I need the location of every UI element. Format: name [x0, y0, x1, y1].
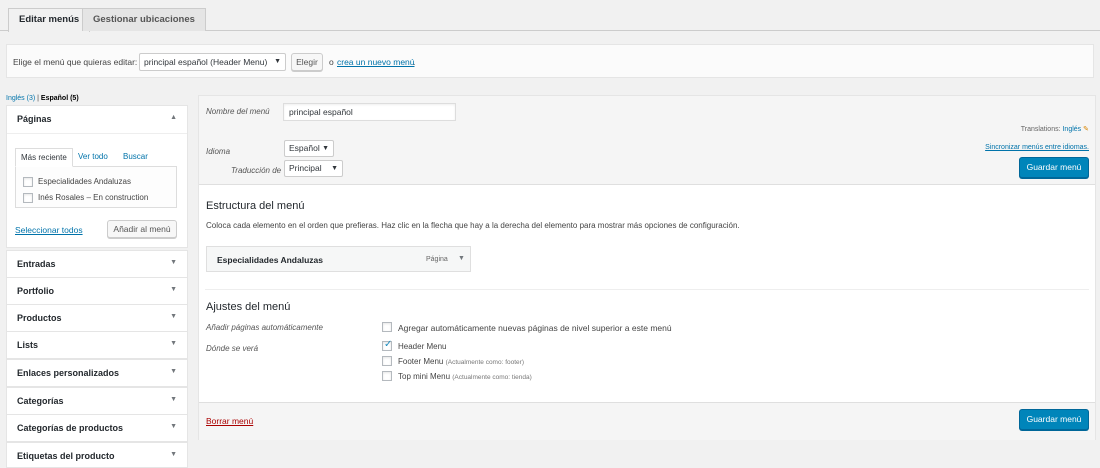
page-item-label: Especialidades Andaluzas	[38, 177, 131, 186]
translation-of-label: Traducción de	[231, 166, 282, 175]
settings-title: Ajustes del menú	[206, 301, 291, 313]
translation-of-select[interactable]: Principal ▼	[284, 160, 343, 177]
language-label: Idioma	[206, 147, 231, 156]
period-text: .	[413, 57, 416, 67]
structure-help: Coloca cada elemento en el orden que pre…	[206, 221, 740, 230]
tab-most-recent[interactable]: Más reciente	[15, 148, 73, 167]
accordion-title: Portfolio	[17, 286, 54, 296]
language-filter: Inglés (3) | Español (5)	[6, 95, 79, 102]
page-checkbox[interactable]	[23, 177, 33, 187]
menu-item-title: Especialidades Andaluzas	[217, 255, 323, 265]
chevron-down-icon: ▼	[322, 145, 329, 152]
menu-header: Nombre del menú principal español Transl…	[199, 96, 1095, 185]
chevron-down-icon[interactable]: ▼	[170, 340, 177, 347]
tab-manage-locations[interactable]: Gestionar ubicaciones	[82, 8, 206, 31]
menu-item[interactable]: Especialidades Andaluzas Página ▼	[206, 246, 471, 272]
location-label-header-menu: Header Menu	[398, 342, 447, 351]
chevron-down-icon[interactable]: ▼	[170, 423, 177, 430]
chevron-up-icon[interactable]: ▲	[170, 114, 177, 121]
structure-title: Estructura del menú	[206, 200, 305, 212]
lang-separator: |	[37, 95, 39, 102]
save-menu-button-top[interactable]: Guardar menú	[1019, 157, 1089, 178]
chevron-down-icon[interactable]: ▼	[170, 451, 177, 458]
tab-view-all[interactable]: Ver todo	[73, 148, 113, 167]
chevron-down-icon[interactable]: ▼	[170, 396, 177, 403]
location-label-footer-menu: Footer Menu (Actualmente como: footer)	[398, 357, 524, 366]
language-select[interactable]: Español ▼	[284, 140, 334, 157]
page-checkbox[interactable]	[23, 193, 33, 203]
accordion-custom-links[interactable]: Enlaces personalizados ▼	[6, 359, 188, 387]
translations-label: Translations:	[1020, 126, 1061, 133]
chevron-down-icon[interactable]: ▼	[170, 313, 177, 320]
chevron-down-icon: ▼	[274, 58, 281, 65]
select-menu-button[interactable]: Elegir	[291, 53, 323, 71]
location-checkbox-header-menu[interactable]	[382, 339, 392, 351]
language-select-value: Español	[289, 143, 320, 153]
menu-footer: Borrar menú Guardar menú	[199, 402, 1095, 440]
lang-link-ingles[interactable]: Inglés (3)	[6, 95, 35, 102]
select-all-link[interactable]: Seleccionar todos	[15, 225, 83, 235]
accordion-pages-header[interactable]: Páginas ▲	[7, 106, 187, 134]
location-label-top-mini-menu: Top mini Menu (Actualmente como: tienda)	[398, 372, 532, 381]
accordion-product-categories[interactable]: Categorías de productos ▼	[6, 414, 188, 442]
chevron-down-icon[interactable]: ▼	[170, 368, 177, 375]
pages-tabs: Más reciente Ver todo Buscar Especialida…	[15, 148, 177, 208]
pencil-icon[interactable]: ✎	[1083, 126, 1089, 133]
accordion-title: Categorías	[17, 396, 64, 406]
accordion-product-tags[interactable]: Etiquetas del producto ▼	[6, 442, 188, 468]
accordion-portfolio[interactable]: Portfolio ▼	[6, 277, 188, 305]
lang-link-espanol[interactable]: Español (5)	[41, 95, 79, 102]
save-menu-button-bottom[interactable]: Guardar menú	[1019, 409, 1089, 430]
accordion-title: Productos	[17, 313, 62, 323]
pages-checklist: Especialidades Andaluzas Inés Rosales – …	[15, 166, 177, 208]
accordion-categorias[interactable]: Categorías ▼	[6, 387, 188, 415]
chevron-down-icon: ▼	[331, 165, 338, 172]
settings-divider	[205, 289, 1089, 290]
translation-link-ingles[interactable]: Inglés	[1062, 126, 1081, 133]
or-text: o	[329, 57, 334, 67]
accordion-entradas[interactable]: Entradas ▼	[6, 250, 188, 278]
accordion-productos[interactable]: Productos ▼	[6, 304, 188, 332]
accordion-title: Categorías de productos	[17, 423, 124, 433]
translation-of-value: Principal	[289, 163, 322, 173]
auto-add-text: Agregar automáticamente nuevas páginas d…	[398, 323, 672, 333]
location-checkbox-top-mini-menu[interactable]	[382, 371, 392, 381]
manage-menus-bar: Elige el menú que quieras editar: princi…	[6, 44, 1094, 78]
menu-editor: Nombre del menú principal español Transl…	[198, 95, 1096, 440]
menu-item-type: Página	[426, 256, 448, 263]
translations-info: Translations: Inglés ✎	[1021, 125, 1089, 133]
sync-menus-link[interactable]: Sincronizar menús entre idiomas.	[985, 144, 1089, 151]
menu-name-label: Nombre del menú	[206, 107, 270, 116]
location-checkbox-footer-menu[interactable]	[382, 356, 392, 366]
accordion-lists[interactable]: Lists ▼	[6, 331, 188, 359]
chevron-down-icon[interactable]: ▼	[170, 286, 177, 293]
select-menu-label: Elige el menú que quieras editar:	[13, 57, 138, 67]
menu-name-value: principal español	[289, 107, 353, 117]
page-item-label: Inés Rosales – En construction	[38, 193, 149, 202]
location-label: Dónde se verá	[206, 344, 259, 353]
accordion-title: Etiquetas del producto	[17, 451, 115, 461]
menu-name-input[interactable]: principal español	[283, 103, 456, 121]
chevron-down-icon[interactable]: ▼	[458, 255, 465, 262]
accordion-title: Enlaces personalizados	[17, 368, 120, 378]
accordion-title: Entradas	[17, 259, 56, 269]
delete-menu-link[interactable]: Borrar menú	[206, 416, 253, 426]
accordion-pages-title: Páginas	[17, 114, 52, 124]
auto-add-label: Añadir páginas automáticamente	[206, 323, 323, 332]
chevron-down-icon[interactable]: ▼	[170, 259, 177, 266]
tab-edit-menus[interactable]: Editar menús	[8, 8, 91, 32]
tab-search[interactable]: Buscar	[118, 148, 153, 167]
menu-select-value: principal español (Header Menu)	[144, 57, 268, 67]
accordion-title: Lists	[17, 340, 39, 350]
create-menu-link[interactable]: crea un nuevo menú	[337, 57, 415, 67]
add-to-menu-button[interactable]: Añadir al menú	[107, 220, 177, 238]
menu-select[interactable]: principal español (Header Menu) ▼	[139, 53, 286, 71]
auto-add-checkbox[interactable]	[382, 322, 392, 332]
